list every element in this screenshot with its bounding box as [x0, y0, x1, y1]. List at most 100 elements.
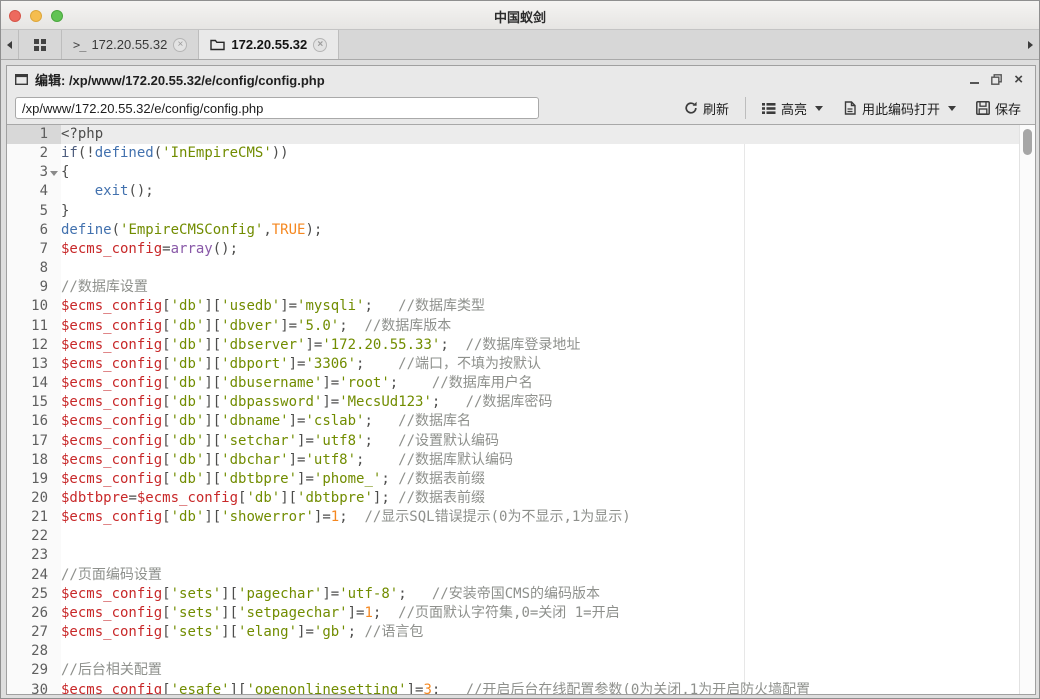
code-line[interactable]: 11$ecms_config['db']['dbver']='5.0'; //数…: [7, 317, 1019, 336]
title-bar: 中国蚁剑: [1, 1, 1039, 30]
panel-header: 编辑: /xp/www/172.20.55.32/e/config/config…: [7, 66, 1035, 92]
code-text: [61, 259, 1019, 278]
gutter-line-number: 22: [7, 527, 61, 546]
code-line[interactable]: 20$dbtbpre=$ecms_config['db']['dbtbpre']…: [7, 489, 1019, 508]
code-text: [61, 642, 1019, 661]
tab-file-manager-label: 172.20.55.32: [231, 37, 307, 52]
code-line[interactable]: 1<?php: [7, 125, 1019, 144]
tab-scroll-left-button[interactable]: [1, 30, 18, 59]
editor-scrollbar[interactable]: [1019, 125, 1035, 694]
encoding-file-icon: [843, 101, 857, 115]
scrollbar-thumb[interactable]: [1023, 129, 1032, 155]
code-line[interactable]: 19$ecms_config['db']['dbtbpre']='phome_'…: [7, 470, 1019, 489]
folder-icon: [210, 38, 225, 51]
panel-close-icon[interactable]: ×: [1014, 72, 1023, 87]
code-text: $ecms_config['db']['dbusername']='root';…: [61, 374, 1019, 393]
editor-panel: 编辑: /xp/www/172.20.55.32/e/config/config…: [6, 65, 1036, 695]
gutter-line-number: 9: [7, 278, 61, 297]
code-text: $ecms_config['db']['usedb']='mysqli'; //…: [61, 297, 1019, 316]
gutter-line-number: 18: [7, 451, 61, 470]
highlight-button[interactable]: 高亮: [754, 95, 831, 121]
toolbar-buttons: 刷新 高亮 用此编码打开: [676, 92, 1029, 124]
gutter-line-number: 10: [7, 297, 61, 316]
code-line[interactable]: 15$ecms_config['db']['dbpassword']='Mecs…: [7, 393, 1019, 412]
fold-widget-icon[interactable]: [50, 171, 58, 176]
panel-window-controls: ×: [970, 72, 1027, 87]
code-text: $ecms_config['sets']['setpagechar']=1; /…: [61, 604, 1019, 623]
code-line[interactable]: 8: [7, 259, 1019, 278]
code-text: $ecms_config['db']['dbserver']='172.20.5…: [61, 336, 1019, 355]
gutter-line-number: 2: [7, 144, 61, 163]
gutter-line-number: 3: [7, 163, 61, 182]
code-line[interactable]: 27$ecms_config['sets']['elang']='gb'; //…: [7, 623, 1019, 642]
code-text: $ecms_config['sets']['elang']='gb'; //语言…: [61, 623, 1019, 642]
gutter-line-number: 19: [7, 470, 61, 489]
path-input[interactable]: [15, 97, 539, 119]
gutter-line-number: 6: [7, 221, 61, 240]
code-line[interactable]: 13$ecms_config['db']['dbport']='3306'; /…: [7, 355, 1019, 374]
code-text: [61, 546, 1019, 565]
code-line[interactable]: 3{: [7, 163, 1019, 182]
tab-file-manager[interactable]: 172.20.55.32 ×: [198, 30, 339, 59]
open-with-encoding-button[interactable]: 用此编码打开: [835, 95, 964, 121]
gutter-line-number: 11: [7, 317, 61, 336]
window-icon: [15, 74, 28, 85]
code-text: $ecms_config['sets']['pagechar']='utf-8'…: [61, 585, 1019, 604]
panel-minimize-icon[interactable]: [970, 82, 979, 84]
code-line[interactable]: 2if(!defined('InEmpireCMS')): [7, 144, 1019, 163]
tab-scroll-right-button[interactable]: [1022, 30, 1039, 59]
antsword-window: { "titlebar": { "title": "中国蚁剑" }, "icon…: [0, 0, 1040, 699]
code-line[interactable]: 22: [7, 527, 1019, 546]
code-line[interactable]: 6define('EmpireCMSConfig',TRUE);: [7, 221, 1019, 240]
save-icon: [976, 101, 990, 115]
highlight-caret-icon: [815, 106, 823, 111]
tab-terminal[interactable]: >_ 172.20.55.32 ×: [61, 30, 199, 59]
code-line[interactable]: 14$ecms_config['db']['dbusername']='root…: [7, 374, 1019, 393]
code-line[interactable]: 4 exit();: [7, 182, 1019, 201]
code-line[interactable]: 23: [7, 546, 1019, 565]
code-line[interactable]: 10$ecms_config['db']['usedb']='mysqli'; …: [7, 297, 1019, 316]
tab-terminal-close-icon[interactable]: ×: [173, 38, 187, 52]
code-line[interactable]: 9//数据库设置: [7, 278, 1019, 297]
refresh-button[interactable]: 刷新: [676, 95, 737, 121]
code-line[interactable]: 12$ecms_config['db']['dbserver']='172.20…: [7, 336, 1019, 355]
gutter-line-number: 12: [7, 336, 61, 355]
terminal-icon: >_: [73, 38, 85, 52]
code-line[interactable]: 7$ecms_config=array();: [7, 240, 1019, 259]
gutter-line-number: 7: [7, 240, 61, 259]
gutter-line-number: 24: [7, 566, 61, 585]
code-lines: 1<?php2if(!defined('InEmpireCMS'))3{4 ex…: [7, 125, 1019, 694]
encoding-caret-icon: [948, 106, 956, 111]
code-line[interactable]: 30$ecms_config['esafe']['openonlinesetti…: [7, 681, 1019, 694]
code-editor[interactable]: 1<?php2if(!defined('InEmpireCMS'))3{4 ex…: [7, 125, 1035, 694]
gutter-line-number: 4: [7, 182, 61, 201]
code-text: }: [61, 202, 1019, 221]
code-line[interactable]: 17$ecms_config['db']['setchar']='utf8'; …: [7, 432, 1019, 451]
open-with-encoding-label: 用此编码打开: [862, 99, 940, 118]
gutter-line-number: 29: [7, 661, 61, 680]
app-title: 中国蚁剑: [1, 7, 1039, 26]
panel-restore-icon[interactable]: [991, 74, 1002, 85]
scroll-left-icon: [7, 41, 12, 49]
code-line[interactable]: 16$ecms_config['db']['dbname']='cslab'; …: [7, 412, 1019, 431]
code-text: {: [61, 163, 1019, 182]
code-text: //页面编码设置: [61, 566, 1019, 585]
code-line[interactable]: 26$ecms_config['sets']['setpagechar']=1;…: [7, 604, 1019, 623]
tab-file-manager-close-icon[interactable]: ×: [313, 38, 327, 52]
code-line[interactable]: 25$ecms_config['sets']['pagechar']='utf-…: [7, 585, 1019, 604]
code-line[interactable]: 18$ecms_config['db']['dbchar']='utf8'; /…: [7, 451, 1019, 470]
code-text: //后台相关配置: [61, 661, 1019, 680]
code-line[interactable]: 28: [7, 642, 1019, 661]
tabbar-spacer: [338, 30, 1022, 59]
gutter-line-number: 15: [7, 393, 61, 412]
code-line[interactable]: 5}: [7, 202, 1019, 221]
code-line[interactable]: 21$ecms_config['db']['showerror']=1; //显…: [7, 508, 1019, 527]
code-line[interactable]: 24//页面编码设置: [7, 566, 1019, 585]
toolbar: 刷新 高亮 用此编码打开: [7, 92, 1035, 125]
toolbar-divider: [745, 97, 746, 119]
tab-home[interactable]: [18, 30, 62, 59]
code-text: $ecms_config['db']['dbver']='5.0'; //数据库…: [61, 317, 1019, 336]
save-button[interactable]: 保存: [968, 95, 1029, 121]
gutter-line-number: 16: [7, 412, 61, 431]
code-line[interactable]: 29//后台相关配置: [7, 661, 1019, 680]
